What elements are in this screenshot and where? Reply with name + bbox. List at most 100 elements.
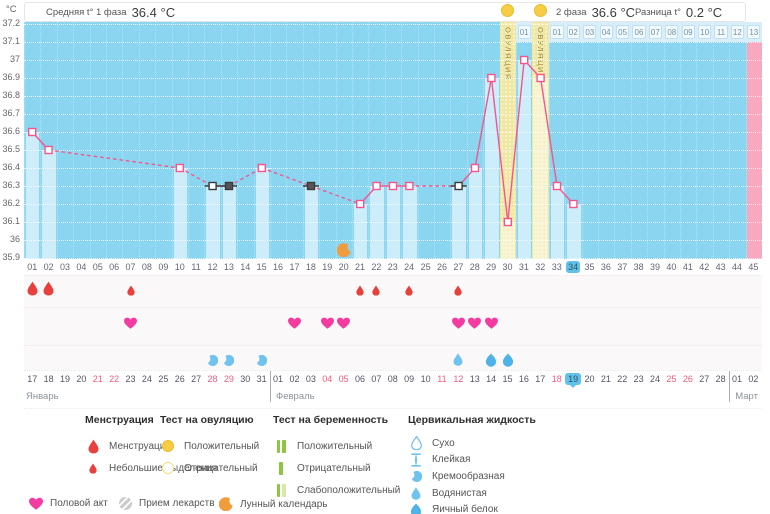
y-axis-tick: 37 <box>0 54 20 64</box>
cycle-day-number[interactable]: 21 <box>352 259 368 275</box>
cycle-day-number[interactable]: 40 <box>663 259 679 275</box>
menstruation-light-drop-icon <box>405 283 413 301</box>
fluid-cell <box>729 346 745 371</box>
cycle-day-number[interactable]: 42 <box>696 259 712 275</box>
fluid-cell <box>483 346 499 371</box>
temp-marker <box>45 147 52 154</box>
cycle-day-number[interactable]: 25 <box>417 259 433 275</box>
intercourse-cell <box>647 308 663 346</box>
fluid-cell <box>598 346 614 371</box>
cycle-day-number[interactable]: 09 <box>155 259 171 275</box>
cycle-day-number[interactable]: 15 <box>253 259 269 275</box>
legend-item-label: Сухо <box>432 438 455 449</box>
month-label: Февраль <box>276 391 315 402</box>
intercourse-cell <box>155 308 171 346</box>
legend-item-label: Клейкая <box>432 454 470 465</box>
intercourse-heart-icon <box>124 316 137 334</box>
fluid-creamy-icon <box>223 353 234 371</box>
cycle-day-number[interactable]: 38 <box>630 259 646 275</box>
fluid-cell <box>286 346 302 371</box>
intercourse-cell <box>712 308 728 346</box>
temp-marker <box>390 183 397 190</box>
menstruation-cell <box>401 276 417 308</box>
cycle-day-number[interactable]: 35 <box>581 259 597 275</box>
temperature-chart-plot: ОВУЛЯЦИЯОВУЛЯЦИЯ010102030405060708091011… <box>24 22 762 259</box>
cycle-day-number[interactable]: 39 <box>647 259 663 275</box>
cycle-day-number[interactable]: 14 <box>237 259 253 275</box>
fluid-watery-icon <box>453 353 463 371</box>
legend-item-label: Положительный <box>184 441 259 452</box>
intercourse-cell <box>434 308 450 346</box>
fluid-cell <box>221 346 237 371</box>
cycle-day-number[interactable]: 18 <box>303 259 319 275</box>
fluid-cell <box>335 346 351 371</box>
calendar-date: 28 <box>712 371 728 387</box>
cycle-day-number[interactable]: 30 <box>499 259 515 275</box>
cycle-day-number[interactable]: 17 <box>286 259 302 275</box>
cycle-day-number[interactable]: 34 <box>565 259 581 275</box>
fluid-cell <box>139 346 155 371</box>
legend-item-label: Отрицательный <box>297 463 371 474</box>
cycle-day-number[interactable]: 13 <box>221 259 237 275</box>
fluid-cell <box>450 346 466 371</box>
fluid-cell <box>122 346 138 371</box>
cycle-day-number[interactable]: 12 <box>204 259 220 275</box>
menstruation-cell <box>237 276 253 308</box>
legend-item: Яичный белок <box>408 501 536 514</box>
cycle-day-number[interactable]: 27 <box>450 259 466 275</box>
menstruation-row <box>24 275 762 308</box>
cycle-day-number[interactable]: 20 <box>335 259 351 275</box>
intercourse-cell <box>581 308 597 346</box>
cycle-day-number[interactable]: 05 <box>90 259 106 275</box>
calendar-date: 19 <box>565 371 581 387</box>
y-axis-tick: 37.2 <box>0 18 20 28</box>
cycle-day-number[interactable]: 01 <box>24 259 40 275</box>
fluid-cell <box>516 346 532 371</box>
cycle-day-number[interactable]: 29 <box>483 259 499 275</box>
calendar-date: 07 <box>368 371 384 387</box>
intercourse-cell <box>237 308 253 346</box>
cycle-day-number[interactable]: 11 <box>188 259 204 275</box>
cycle-day-number[interactable]: 10 <box>172 259 188 275</box>
cycle-day-number[interactable]: 26 <box>434 259 450 275</box>
cycle-day-number[interactable]: 23 <box>385 259 401 275</box>
cycle-day-number[interactable]: 06 <box>106 259 122 275</box>
intercourse-cell <box>663 308 679 346</box>
cycle-day-number[interactable]: 28 <box>467 259 483 275</box>
cycle-day-number[interactable]: 31 <box>516 259 532 275</box>
cycle-day-number[interactable]: 37 <box>614 259 630 275</box>
cycle-day-number[interactable]: 02 <box>40 259 56 275</box>
calendar-date: 23 <box>630 371 646 387</box>
calendar-date: 21 <box>90 371 106 387</box>
intercourse-cell <box>729 308 745 346</box>
cycle-day-number[interactable]: 22 <box>368 259 384 275</box>
calendar-date: 30 <box>237 371 253 387</box>
calendar-date: 10 <box>417 371 433 387</box>
cycle-day-number[interactable]: 08 <box>139 259 155 275</box>
menstruation-cell <box>483 276 499 308</box>
cycle-day-number[interactable]: 04 <box>73 259 89 275</box>
menstruation-cell <box>368 276 384 308</box>
cycle-day-number[interactable]: 43 <box>712 259 728 275</box>
cycle-day-number[interactable]: 44 <box>729 259 745 275</box>
legend-group-title: Тест на беременность <box>273 414 400 426</box>
cycle-day-number[interactable]: 16 <box>270 259 286 275</box>
intercourse-cell <box>40 308 56 346</box>
calendar-date: 20 <box>73 371 89 387</box>
fluid-cell <box>663 346 679 371</box>
intercourse-cell <box>286 308 302 346</box>
cycle-day-number[interactable]: 33 <box>549 259 565 275</box>
cycle-day-number[interactable]: 36 <box>598 259 614 275</box>
cycle-day-number[interactable]: 24 <box>401 259 417 275</box>
cycle-day-number[interactable]: 45 <box>745 259 761 275</box>
fluid-cell <box>434 346 450 371</box>
cycle-day-number[interactable]: 41 <box>680 259 696 275</box>
fluid-cell <box>696 346 712 371</box>
cycle-day-number[interactable]: 19 <box>319 259 335 275</box>
avg-phase1-label: Средняя t° 1 фаза <box>46 7 127 18</box>
cycle-day-number[interactable]: 07 <box>122 259 138 275</box>
legend-item: Клейкая <box>408 452 536 469</box>
cycle-day-number[interactable]: 32 <box>532 259 548 275</box>
cycle-day-number[interactable]: 03 <box>57 259 73 275</box>
calendar-dates-row: 1718192021222324252627282930310102030405… <box>24 370 762 387</box>
